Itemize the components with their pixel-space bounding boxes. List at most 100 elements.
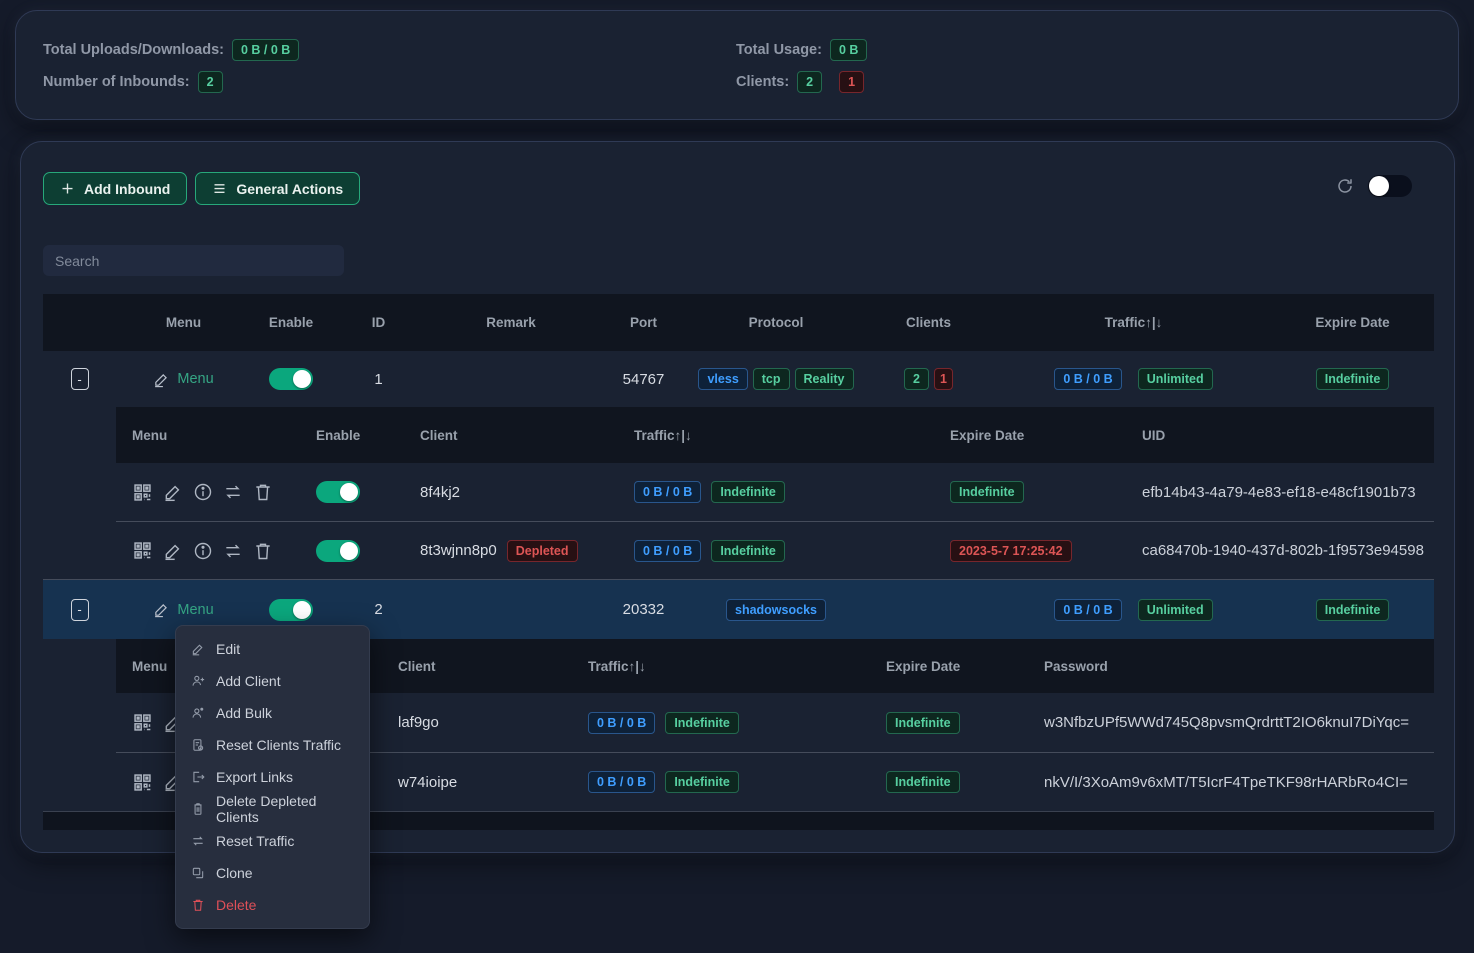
protocol-badge: Reality	[795, 368, 854, 390]
clients-depleted-count-badge: 1	[934, 368, 953, 390]
traffic-badge: 0 B / 0 B	[588, 771, 655, 793]
traffic-total-badge: Indefinite	[665, 771, 739, 793]
qrcode-icon[interactable]	[132, 712, 153, 733]
edit-icon	[153, 371, 170, 388]
inbound-id: 1	[331, 371, 426, 388]
export-icon	[191, 770, 205, 784]
menu-item-label: Add Bulk	[216, 705, 272, 721]
enable-toggle[interactable]	[316, 481, 360, 503]
inbounds-table-header: Menu Enable ID Remark Port Protocol Clie…	[43, 294, 1434, 351]
inbound-port: 54767	[596, 371, 691, 388]
inbound-id: 2	[331, 601, 426, 618]
header-client: Client	[404, 428, 618, 443]
general-actions-button[interactable]: General Actions	[195, 172, 360, 205]
row-menu-label: Menu	[177, 371, 213, 387]
collapse-row-button[interactable]: -	[71, 599, 89, 621]
inbound-port: 20332	[596, 601, 691, 618]
enable-toggle[interactable]	[269, 368, 313, 390]
client-row: 8t3wjnn8p0 Depleted 0 B / 0 B Indefinite…	[116, 521, 1434, 579]
dark-mode-toggle[interactable]	[1368, 175, 1412, 197]
edit-icon[interactable]	[163, 541, 183, 561]
menu-item-edit[interactable]: Edit	[176, 633, 369, 665]
clients-table-1: Menu Enable Client Traffic↑|↓ Expire Dat…	[116, 407, 1434, 579]
header-traffic-sort[interactable]: Traffic↑|↓	[572, 659, 870, 674]
expire-badge: Indefinite	[886, 712, 960, 734]
traffic-badge: 0 B / 0 B	[634, 540, 701, 562]
menu-item-add-client[interactable]: Add Client	[176, 665, 369, 697]
clients-table-1-header: Menu Enable Client Traffic↑|↓ Expire Dat…	[116, 407, 1434, 463]
client-password: nkV/I/3XoAm9v6xMT/T5IcrF4TpeTKF98rHARbRo…	[1028, 774, 1434, 791]
toolbar: Add Inbound General Actions	[43, 172, 360, 205]
clients-active-badge: 2	[797, 71, 822, 93]
header-expire-date: Expire Date	[934, 428, 1126, 443]
collapse-row-button[interactable]: -	[71, 368, 89, 390]
plus-icon	[60, 181, 75, 196]
expire-badge: Indefinite	[886, 771, 960, 793]
stats-panel: Total Uploads/Downloads: 0 B / 0 B Numbe…	[15, 10, 1459, 120]
enable-toggle[interactable]	[316, 540, 360, 562]
header-enable: Enable	[300, 428, 404, 443]
expire-badge: 2023-5-7 17:25:42	[950, 540, 1072, 562]
add-inbound-label: Add Inbound	[84, 181, 170, 197]
menu-item-reset-traffic[interactable]: Reset Traffic	[176, 825, 369, 857]
qrcode-icon[interactable]	[132, 772, 153, 793]
client-name: 8t3wjnn8p0	[420, 542, 497, 559]
clone-icon	[191, 866, 205, 880]
header-enable: Enable	[251, 315, 331, 330]
edit-icon	[191, 642, 205, 656]
header-uid: UID	[1126, 428, 1434, 443]
client-password: w3NfbzUPf5WWd745Q8pvsmQrdrttT2IO6knuI7Di…	[1028, 714, 1434, 731]
qrcode-icon[interactable]	[132, 482, 153, 503]
expire-badge: Indefinite	[950, 481, 1024, 503]
traffic-total-badge: Indefinite	[711, 481, 785, 503]
menu-item-add-bulk[interactable]: Add Bulk	[176, 697, 369, 729]
protocol-badge: vless	[698, 368, 747, 390]
enable-toggle[interactable]	[269, 599, 313, 621]
trash-clients-icon	[191, 802, 205, 816]
file-reset-icon	[191, 738, 205, 752]
header-client: Client	[382, 659, 572, 674]
search-input[interactable]	[43, 245, 344, 276]
menu-item-label: Delete Depleted Clients	[216, 793, 354, 825]
expire-badge: Indefinite	[1316, 599, 1390, 621]
total-uploads-downloads-value: 0 B / 0 B	[232, 39, 299, 61]
menu-item-reset-clients-traffic[interactable]: Reset Clients Traffic	[176, 729, 369, 761]
client-name: w74ioipe	[382, 774, 572, 791]
reset-traffic-icon[interactable]	[223, 482, 243, 502]
menu-item-clone[interactable]: Clone	[176, 857, 369, 889]
row-menu-trigger[interactable]: Menu	[153, 601, 213, 618]
menu-item-label: Export Links	[216, 769, 293, 785]
header-expire-date: Expire Date	[1271, 315, 1434, 330]
header-traffic-sort[interactable]: Traffic↑|↓	[996, 315, 1271, 330]
header-traffic-sort[interactable]: Traffic↑|↓	[618, 428, 934, 443]
qrcode-icon[interactable]	[132, 540, 153, 561]
info-icon[interactable]	[193, 541, 213, 561]
menu-item-delete-depleted-clients[interactable]: Delete Depleted Clients	[176, 793, 369, 825]
menu-item-export-links[interactable]: Export Links	[176, 761, 369, 793]
row-menu-trigger[interactable]: Menu	[153, 371, 213, 388]
general-actions-label: General Actions	[236, 181, 343, 197]
traffic-total-badge: Indefinite	[711, 540, 785, 562]
header-menu: Menu	[116, 428, 300, 443]
delete-icon[interactable]	[253, 541, 273, 561]
refresh-icon[interactable]	[1336, 177, 1354, 195]
traffic-badge: 0 B / 0 B	[634, 481, 701, 503]
edit-icon[interactable]	[163, 482, 183, 502]
menu-item-label: Reset Traffic	[216, 833, 294, 849]
traffic-badge: 0 B / 0 B	[1054, 368, 1121, 390]
header-expire-date: Expire Date	[870, 659, 1028, 674]
menu-item-delete[interactable]: Delete	[176, 889, 369, 921]
traffic-total-badge: Indefinite	[665, 712, 739, 734]
menu-item-label: Delete	[216, 897, 256, 913]
menu-item-label: Clone	[216, 865, 253, 881]
delete-icon[interactable]	[253, 482, 273, 502]
total-usage-label: Total Usage:	[736, 42, 822, 58]
info-icon[interactable]	[193, 482, 213, 502]
client-uid: ca68470b-1940-437d-802b-1f9573e94598	[1126, 542, 1434, 559]
menu-item-label: Add Client	[216, 673, 281, 689]
hamburger-icon	[212, 181, 227, 196]
reset-traffic-icon[interactable]	[223, 541, 243, 561]
depleted-badge: Depleted	[507, 540, 578, 562]
header-id: ID	[331, 315, 426, 330]
add-inbound-button[interactable]: Add Inbound	[43, 172, 187, 205]
